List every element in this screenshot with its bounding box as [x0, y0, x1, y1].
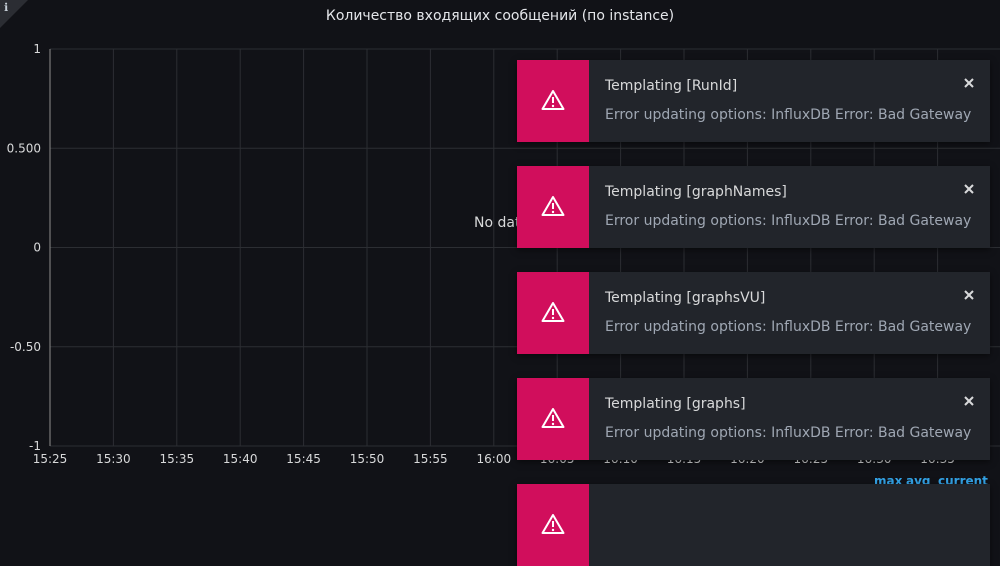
y-tick-label: -0.50	[10, 340, 41, 354]
y-tick-label: 0	[33, 241, 41, 255]
x-tick-label: 15:35	[160, 452, 195, 466]
notification-message: Error updating options: InfluxDB Error: …	[605, 213, 972, 229]
warning-icon	[541, 408, 565, 428]
notification-message: Error updating options: InfluxDB Error: …	[605, 319, 972, 335]
error-notification: Templating [RunId] Error updating option…	[517, 60, 990, 142]
notification-icon-box	[517, 166, 589, 248]
notification-icon-box	[517, 378, 589, 460]
close-icon[interactable]	[962, 288, 976, 302]
warning-icon	[541, 196, 565, 216]
notification-title: Templating [graphsVU]	[605, 290, 766, 306]
x-tick-label: 15:40	[223, 452, 258, 466]
y-tick-label: 1	[33, 42, 41, 56]
notification-message: Error updating options: InfluxDB Error: …	[605, 107, 972, 123]
x-tick-label: 15:30	[96, 452, 131, 466]
close-icon[interactable]	[962, 76, 976, 90]
notification-title: Templating [graphNames]	[605, 184, 787, 200]
error-notification: Templating [graphNames] Error updating o…	[517, 166, 990, 248]
x-tick-label: 15:25	[33, 452, 68, 466]
close-icon[interactable]	[962, 182, 976, 196]
y-tick-label: -1	[29, 439, 41, 453]
notification-title: Templating [graphs]	[605, 396, 746, 412]
warning-icon	[541, 90, 565, 110]
notification-message: Error updating options: InfluxDB Error: …	[605, 425, 972, 441]
warning-icon	[541, 514, 565, 534]
error-notification: Templating [graphs] Error updating optio…	[517, 378, 990, 460]
x-tick-label: 15:50	[350, 452, 385, 466]
notification-icon-box	[517, 60, 589, 142]
notification-title: Templating [RunId]	[605, 78, 738, 94]
y-tick-label: 0.500	[7, 141, 41, 155]
notification-icon-box	[517, 272, 589, 354]
x-tick-label: 16:00	[477, 452, 512, 466]
close-icon[interactable]	[962, 394, 976, 408]
x-tick-label: 15:45	[286, 452, 321, 466]
error-notification: Templating [graphsVU] Error updating opt…	[517, 272, 990, 354]
x-tick-label: 15:55	[413, 452, 448, 466]
notification-icon-box	[517, 484, 589, 566]
error-notification	[517, 484, 990, 566]
no-data-label: No dat	[474, 215, 521, 231]
warning-icon	[541, 302, 565, 322]
